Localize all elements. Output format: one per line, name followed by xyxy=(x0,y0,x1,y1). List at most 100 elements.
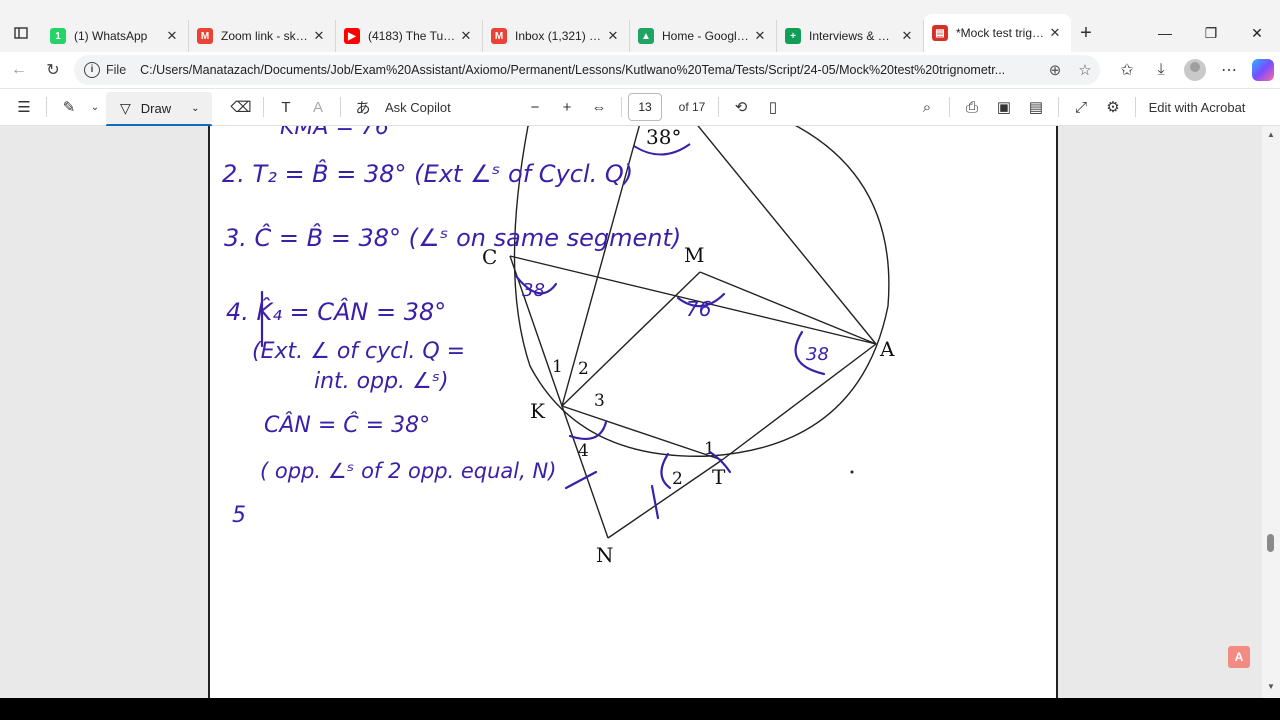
hw-angle-m: 76 xyxy=(686,297,711,321)
zoom-out-icon[interactable]: − xyxy=(519,92,551,122)
tab-4[interactable]: M Inbox (1,321) - axi ✕ xyxy=(483,20,630,52)
avatar xyxy=(1184,59,1206,81)
page-canvas: 38° C M A K T N 1 2 3 4 1 2 38 76 38 KMA… xyxy=(222,126,895,567)
navigation-bar: ← ↻ i File C:/Users/Manatazach/Documents… xyxy=(0,52,1280,88)
draw-button[interactable]: ▽ Draw ⌄ xyxy=(106,92,212,127)
pdf-toolbar: ☰ ✎ ⌄ ▽ Draw ⌄ ⌫ T A あ Ask Copilot − + ⇔… xyxy=(0,88,1280,127)
label-t: T xyxy=(712,465,726,489)
hw-line5: 5 xyxy=(232,503,246,528)
youtube-icon: ▶ xyxy=(344,28,360,44)
line-k-n xyxy=(561,405,609,539)
page-number-input[interactable]: 13 xyxy=(628,93,662,121)
eraser-icon[interactable]: ⌫ xyxy=(225,92,257,122)
info-icon[interactable]: i xyxy=(84,62,100,78)
tab-3[interactable]: ▶ (4183) The Tutor E✕ xyxy=(336,20,483,52)
address-url[interactable]: C:/Users/Manatazach/Documents/Job/Exam%2… xyxy=(140,63,1040,77)
tab-2[interactable]: M Zoom link - sksibc ✕ xyxy=(189,20,336,52)
highlight-icon[interactable]: ✎ xyxy=(53,92,85,122)
label-k2: 2 xyxy=(578,359,589,379)
tab-6[interactable]: + Interviews & mock ✕ xyxy=(777,20,924,52)
tab-title: (1) WhatsApp xyxy=(74,29,148,43)
read-aloud-icon[interactable]: あ xyxy=(347,92,379,122)
scroll-down-icon[interactable]: ▼ xyxy=(1266,682,1276,692)
favorite-star-icon[interactable]: ☆ xyxy=(1070,61,1100,79)
label-k3: 3 xyxy=(594,391,605,411)
tab-7[interactable]: ▤ *Mock test trignom ✕ xyxy=(924,14,1071,52)
hw-line4c: int. opp. ∠ˢ) xyxy=(314,369,449,394)
rotate-icon[interactable]: ⟲ xyxy=(725,92,757,122)
fit-width-icon[interactable]: ⇔ xyxy=(583,92,615,122)
hw-line4b: (Ext. ∠ of cycl. Q = xyxy=(252,339,465,364)
tab-title: Home - Google D xyxy=(662,29,752,43)
text-box-icon[interactable]: T xyxy=(270,92,302,122)
minimize-button[interactable]: — xyxy=(1142,14,1188,52)
google-drive-icon: ▲ xyxy=(638,28,654,44)
back-button[interactable]: ← xyxy=(2,53,36,87)
save-icon[interactable]: ▣ xyxy=(988,92,1020,122)
tab-close-icon[interactable]: ✕ xyxy=(752,28,768,44)
tab-close-icon[interactable]: ✕ xyxy=(605,28,621,44)
favorites-icon[interactable]: ✩ xyxy=(1110,53,1144,87)
restore-button[interactable]: ❐ xyxy=(1188,14,1234,52)
line-n-t xyxy=(607,459,723,539)
tab-actions-button[interactable] xyxy=(0,14,42,52)
label-k4: 4 xyxy=(578,441,589,461)
arc-t2 xyxy=(660,452,672,490)
tab-close-icon[interactable]: ✕ xyxy=(1047,25,1063,41)
tab-5[interactable]: ▲ Home - Google D ✕ xyxy=(630,20,777,52)
gmail-icon: M xyxy=(491,28,507,44)
tab-close-icon[interactable]: ✕ xyxy=(458,28,474,44)
scrollbar-thumb[interactable] xyxy=(1267,534,1274,552)
tab-title: Interviews & mock xyxy=(809,29,899,43)
settings-icon[interactable]: ⚙ xyxy=(1097,92,1129,122)
edit-with-acrobat-button[interactable]: Edit with Acrobat xyxy=(1142,92,1252,122)
close-window-button[interactable]: ✕ xyxy=(1234,14,1280,52)
document-viewport[interactable]: 38° C M A K T N 1 2 3 4 1 2 38 76 38 KMA… xyxy=(0,126,1262,698)
zoom-icon[interactable]: ⊕ xyxy=(1040,61,1070,79)
downloads-icon[interactable]: ⤓ xyxy=(1144,53,1178,87)
gmail-icon: M xyxy=(197,28,213,44)
page-view-icon[interactable]: ▯ xyxy=(757,92,789,122)
tab-1[interactable]: 1 (1) WhatsApp ✕ xyxy=(42,20,189,52)
label-t2: 2 xyxy=(672,469,683,489)
tab-close-icon[interactable]: ✕ xyxy=(311,28,327,44)
address-scheme: File xyxy=(106,63,127,77)
more-options-icon[interactable]: ⋯ xyxy=(1212,53,1246,87)
copilot-icon xyxy=(1252,59,1274,81)
highlight-dropdown-icon[interactable]: ⌄ xyxy=(85,92,105,122)
draw-dropdown-icon[interactable]: ⌄ xyxy=(191,103,199,114)
reload-button[interactable]: ↻ xyxy=(36,53,70,87)
hw-angle-a: 38 xyxy=(806,344,829,365)
contents-icon[interactable]: ☰ xyxy=(8,92,40,122)
new-tab-button[interactable]: + xyxy=(1071,22,1101,45)
fullscreen-icon[interactable]: ⤢ xyxy=(1065,92,1097,122)
tab-title: (4183) The Tutor E xyxy=(368,29,458,43)
label-m: M xyxy=(684,243,704,267)
acrobat-icon[interactable]: A xyxy=(1228,646,1250,668)
draw-label: Draw xyxy=(140,100,172,116)
save-as-icon[interactable]: ▤ xyxy=(1020,92,1052,122)
browser-window: 1 (1) WhatsApp ✕ M Zoom link - sksibc ✕ ▶ (4183… xyxy=(0,0,1280,720)
print-icon[interactable]: ⎙ xyxy=(956,92,988,122)
hw-line2: 2. T₂ = B̂ = 38° (Ext ∠ˢ of Cycl. Q) xyxy=(222,160,633,188)
copilot-button[interactable] xyxy=(1246,53,1280,87)
pdf-icon: ▤ xyxy=(932,25,948,41)
zoom-in-icon[interactable]: + xyxy=(551,92,583,122)
taskbar-strip xyxy=(0,698,1280,720)
tab-close-icon[interactable]: ✕ xyxy=(164,28,180,44)
hw-line0: KMA = 76 xyxy=(280,126,389,140)
line-k-m xyxy=(561,271,701,407)
label-k1: 1 xyxy=(552,357,563,377)
scroll-up-icon[interactable]: ▲ xyxy=(1266,130,1276,140)
hw-line4d: CÂN = Ĉ = 38° xyxy=(264,412,430,438)
address-bar[interactable]: i File C:/Users/Manatazach/Documents/Job… xyxy=(74,55,1100,85)
page-total: of 17 xyxy=(678,100,706,114)
search-icon[interactable]: ⌕ xyxy=(911,92,943,122)
pen-icon: ▽ xyxy=(120,99,131,116)
profile-button[interactable] xyxy=(1178,53,1212,87)
hw-line4e: ( opp. ∠ˢ of 2 opp. equal, N) xyxy=(260,459,556,483)
tab-close-icon[interactable]: ✕ xyxy=(899,28,915,44)
text-style-icon[interactable]: A xyxy=(302,92,334,122)
ask-copilot-button[interactable]: Ask Copilot xyxy=(385,92,475,122)
vertical-scrollbar[interactable]: ▲ ▼ xyxy=(1262,126,1280,698)
